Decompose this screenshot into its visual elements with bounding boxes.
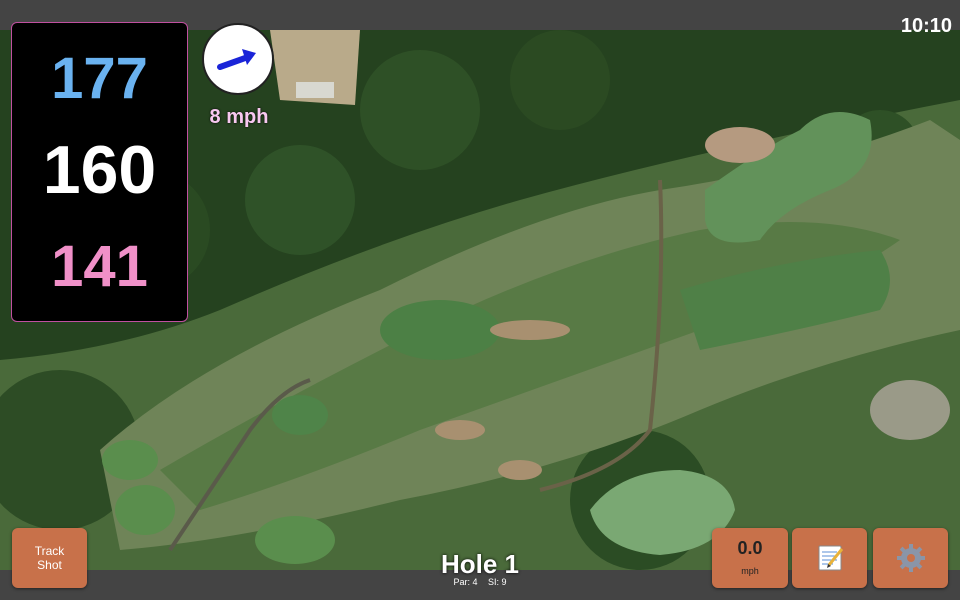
gear-icon: [896, 544, 925, 572]
front-distance: 141: [51, 234, 148, 299]
wind-speed: 8 mph: [209, 106, 269, 128]
wind-direction-dial: [202, 23, 274, 95]
hole-info: Par: 4 SI: 9: [380, 577, 580, 587]
settings-button[interactable]: [873, 528, 948, 588]
wind-arrow-icon: [217, 49, 256, 70]
distance-panel: 177 160 141: [11, 22, 188, 322]
stroke-index-label: SI: 9: [488, 577, 507, 587]
clock: 10:10: [900, 15, 952, 37]
speed-button[interactable]: 0.0 mph: [712, 528, 788, 588]
back-distance: 177: [51, 46, 148, 111]
track-shot-label: Track Shot: [34, 544, 65, 572]
speed-unit: mph: [741, 566, 759, 576]
notes-button[interactable]: [792, 528, 867, 588]
hole-title: Hole 1: [440, 549, 520, 579]
speed-value: 0.0: [737, 538, 763, 558]
notepad-icon: [818, 545, 843, 571]
track-shot-button[interactable]: Track Shot: [12, 528, 87, 588]
par-label: Par: 4: [453, 577, 478, 587]
middle-distance: 160: [42, 132, 157, 208]
